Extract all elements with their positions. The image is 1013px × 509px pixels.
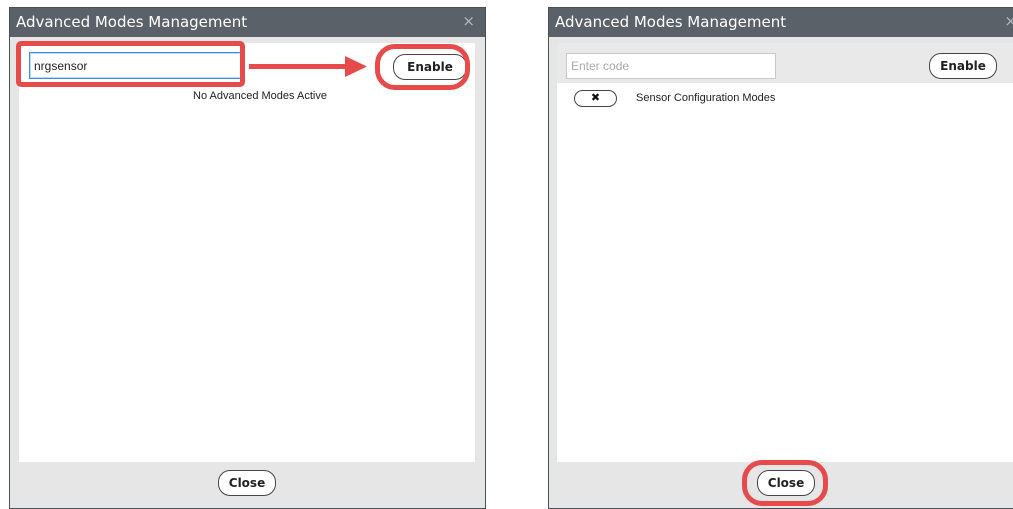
remove-mode-button[interactable]: ✖	[574, 90, 617, 107]
dialog-titlebar: Advanced Modes Management ×	[549, 8, 1013, 37]
right-arrow-icon	[249, 56, 367, 77]
enable-button-highlight	[375, 44, 470, 90]
close-icon: ✖	[590, 92, 601, 104]
mode-label: Sensor Configuration Modes	[636, 92, 776, 104]
enable-button[interactable]: Enable	[929, 53, 997, 79]
code-input[interactable]	[566, 53, 776, 79]
empty-state-message: No Advanced Modes Active	[19, 90, 475, 102]
empty-state-text: No Advanced Modes Active	[193, 90, 327, 102]
input-strip: Enable	[557, 43, 1013, 83]
advanced-modes-dialog-after: Advanced Modes Management × Enable ✖ Sen…	[548, 7, 1013, 509]
close-button[interactable]: Close	[218, 470, 276, 496]
dialog-content: Enable ✖ Sensor Configuration Modes	[557, 43, 1013, 462]
close-icon[interactable]: ×	[462, 12, 475, 30]
close-icon[interactable]: ×	[1004, 12, 1013, 30]
input-highlight	[16, 41, 245, 87]
dialog-titlebar: Advanced Modes Management ×	[10, 8, 485, 37]
dialog-content: Enable No Advanced Modes Active	[19, 43, 475, 462]
close-button-highlight	[742, 460, 828, 506]
dialog-title: Advanced Modes Management	[16, 13, 248, 31]
dialog-title: Advanced Modes Management	[555, 13, 787, 31]
